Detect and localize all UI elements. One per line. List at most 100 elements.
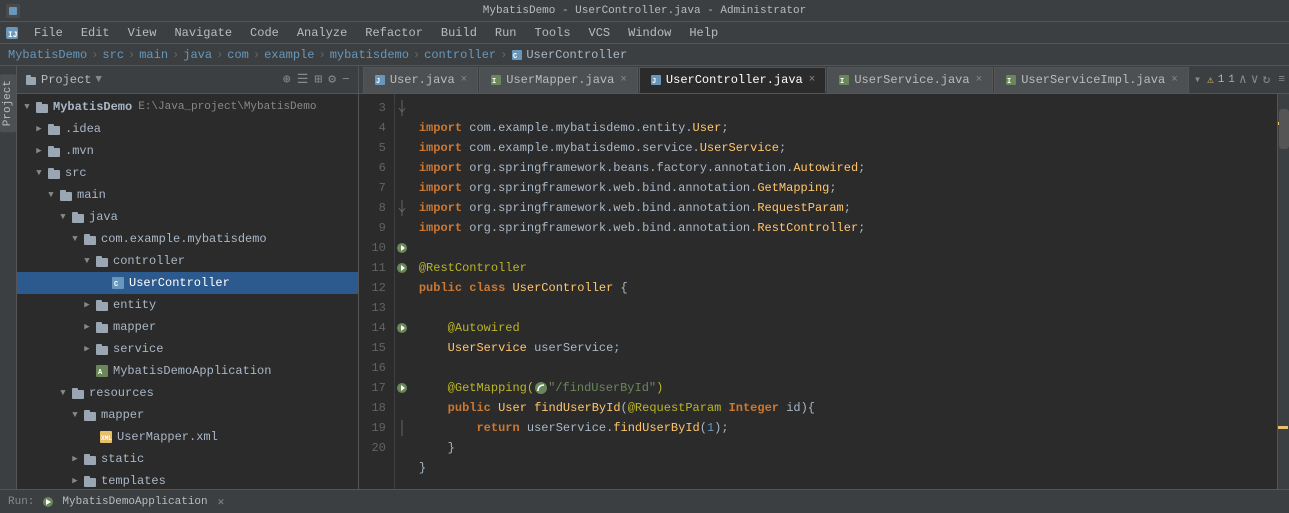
tree-item-mapper-res[interactable]: ▼ mapper bbox=[17, 404, 358, 426]
tree-item-java[interactable]: ▼ java bbox=[17, 206, 358, 228]
tab-user-java-close[interactable]: × bbox=[461, 74, 468, 86]
panel-dropdown-icon[interactable]: ▼ bbox=[95, 74, 102, 86]
refresh-icon[interactable]: ↻ bbox=[1263, 72, 1271, 87]
breadcrumb-file[interactable]: UserController bbox=[526, 48, 627, 62]
java-folder-icon bbox=[71, 210, 85, 224]
tree-item-root[interactable]: ▼ MybatisDemo E:\Java_project\MybatisDem… bbox=[17, 96, 358, 118]
expand-icon[interactable]: ∨ bbox=[1251, 72, 1259, 87]
tree-item-service[interactable]: ▶ service bbox=[17, 338, 358, 360]
tab-more-button[interactable]: ▾ bbox=[1190, 72, 1205, 87]
arrow-service: ▶ bbox=[81, 343, 93, 355]
mapper-folder-icon bbox=[95, 320, 109, 334]
gutter-line-8[interactable] bbox=[395, 198, 409, 218]
tree-item-src[interactable]: ▼ src bbox=[17, 162, 358, 184]
tree-item-usercontroller-label: UserController bbox=[129, 276, 230, 290]
tab-user-java[interactable]: J User.java × bbox=[363, 67, 478, 93]
breadcrumb-main[interactable]: main bbox=[139, 48, 168, 62]
tab-usermapper-close[interactable]: × bbox=[620, 74, 627, 86]
arrow-idea: ▶ bbox=[33, 123, 45, 135]
breadcrumb-java[interactable]: java bbox=[183, 48, 212, 62]
tree-item-resources[interactable]: ▼ resources bbox=[17, 382, 358, 404]
breadcrumb-controller[interactable]: controller bbox=[424, 48, 496, 62]
tab-userserviceimpl-java[interactable]: I UserServiceImpl.java × bbox=[994, 67, 1189, 93]
collapse-icon[interactable]: ∧ bbox=[1239, 72, 1247, 87]
menu-window[interactable]: Window bbox=[620, 24, 679, 42]
app-file-icon: A bbox=[95, 364, 109, 378]
scrollbar-thumb[interactable] bbox=[1279, 109, 1289, 149]
menu-build[interactable]: Build bbox=[433, 24, 485, 42]
gutter-line-6 bbox=[395, 158, 409, 178]
tree-item-usermapper-xml[interactable]: XML UserMapper.xml bbox=[17, 426, 358, 448]
arrow-root: ▼ bbox=[21, 101, 33, 113]
run-label: Run: bbox=[8, 496, 34, 508]
tree-item-main-label: main bbox=[77, 188, 106, 202]
gutter-line-14 bbox=[395, 318, 409, 338]
gutter-line-19[interactable] bbox=[395, 418, 409, 438]
tree-item-mvn-label: .mvn bbox=[65, 144, 94, 158]
gutter-line-12 bbox=[395, 278, 409, 298]
editor-scrollbar[interactable] bbox=[1277, 94, 1289, 489]
menu-analyze[interactable]: Analyze bbox=[289, 24, 355, 42]
tree-item-root-path: E:\Java_project\MybatisDemo bbox=[138, 101, 316, 113]
breadcrumb-example[interactable]: example bbox=[264, 48, 314, 62]
menu-run[interactable]: Run bbox=[487, 24, 525, 42]
breadcrumb-com[interactable]: com bbox=[227, 48, 249, 62]
expand-all-icon[interactable]: ⊞ bbox=[314, 72, 322, 87]
gutter-line-7 bbox=[395, 178, 409, 198]
close-panel-icon[interactable]: − bbox=[342, 72, 350, 87]
tree-item-usercontroller[interactable]: C UserController bbox=[17, 272, 358, 294]
tree-item-main[interactable]: ▼ main bbox=[17, 184, 358, 206]
menu-vcs[interactable]: VCS bbox=[581, 24, 619, 42]
menu-tools[interactable]: Tools bbox=[527, 24, 579, 42]
tree-item-mvn[interactable]: ▶ .mvn bbox=[17, 140, 358, 162]
tab-userservice-java[interactable]: I UserService.java × bbox=[827, 67, 993, 93]
project-tool-button[interactable]: Project bbox=[0, 74, 16, 132]
tree-item-mapper[interactable]: ▶ mapper bbox=[17, 316, 358, 338]
collapse-all-icon[interactable]: ☰ bbox=[297, 72, 309, 87]
menu-file[interactable]: File bbox=[26, 24, 71, 42]
gutter-line-15 bbox=[395, 338, 409, 358]
run-close-button[interactable]: ✕ bbox=[218, 495, 225, 509]
gutter-line-17[interactable] bbox=[395, 378, 409, 398]
run-app-label[interactable]: MybatisDemoApplication bbox=[62, 496, 207, 508]
spring-icon bbox=[534, 381, 548, 395]
locate-file-icon[interactable]: ⊕ bbox=[283, 72, 291, 87]
menu-view[interactable]: View bbox=[120, 24, 165, 42]
breadcrumb-project[interactable]: MybatisDemo bbox=[8, 48, 87, 62]
tab-usercontroller-label: UserController.java bbox=[666, 73, 803, 87]
tab-usermapper-java[interactable]: I UserMapper.java × bbox=[479, 67, 638, 93]
settings-icon[interactable]: ⚙ bbox=[328, 72, 336, 87]
gutter-line-3[interactable] bbox=[395, 98, 409, 118]
tab-usercontroller-close[interactable]: × bbox=[809, 74, 816, 86]
tree-item-usermapper-xml-label: UserMapper.xml bbox=[117, 430, 218, 444]
tree-item-service-label: service bbox=[113, 342, 163, 356]
arrow-src: ▼ bbox=[33, 167, 45, 179]
tree-item-entity[interactable]: ▶ entity bbox=[17, 294, 358, 316]
menu-edit[interactable]: Edit bbox=[73, 24, 118, 42]
breadcrumb-mybatisdemo[interactable]: mybatisdemo bbox=[330, 48, 409, 62]
menu-navigate[interactable]: Navigate bbox=[166, 24, 240, 42]
tree-item-templates[interactable]: ▶ templates bbox=[17, 470, 358, 489]
tree-item-package[interactable]: ▼ com.example.mybatisdemo bbox=[17, 228, 358, 250]
menu-refactor[interactable]: Refactor bbox=[357, 24, 431, 42]
tree-item-app[interactable]: A MybatisDemoApplication bbox=[17, 360, 358, 382]
tab-userservice-close[interactable]: × bbox=[976, 74, 983, 86]
tab-userserviceimpl-close[interactable]: × bbox=[1171, 74, 1178, 86]
tree-item-idea[interactable]: ▶ .idea bbox=[17, 118, 358, 140]
project-root-icon bbox=[35, 100, 49, 114]
editor-settings-icon[interactable]: ≡ bbox=[1278, 74, 1285, 86]
menu-help[interactable]: Help bbox=[681, 24, 726, 42]
tab-usercontroller-java[interactable]: J UserController.java × bbox=[639, 67, 826, 93]
tree-item-root-label: MybatisDemo bbox=[53, 100, 132, 114]
tree-item-static[interactable]: ▶ static bbox=[17, 448, 358, 470]
scrollbar-marker-bottom bbox=[1278, 426, 1288, 429]
mapper-res-folder-icon bbox=[83, 408, 97, 422]
breadcrumb-src[interactable]: src bbox=[102, 48, 124, 62]
breadcrumb: MybatisDemo › src › main › java › com › … bbox=[0, 44, 1289, 66]
menu-code[interactable]: Code bbox=[242, 24, 287, 42]
arrow-mapper: ▶ bbox=[81, 321, 93, 333]
tab-icon-usermapper: I bbox=[490, 74, 502, 86]
code-content[interactable]: import com.example.mybatisdemo.entity.Us… bbox=[411, 94, 1277, 489]
tree-item-controller[interactable]: ▼ controller bbox=[17, 250, 358, 272]
line-numbers: 3 4 5 6 7 8 9 10 11 12 13 14 15 16 17 18… bbox=[359, 94, 395, 489]
